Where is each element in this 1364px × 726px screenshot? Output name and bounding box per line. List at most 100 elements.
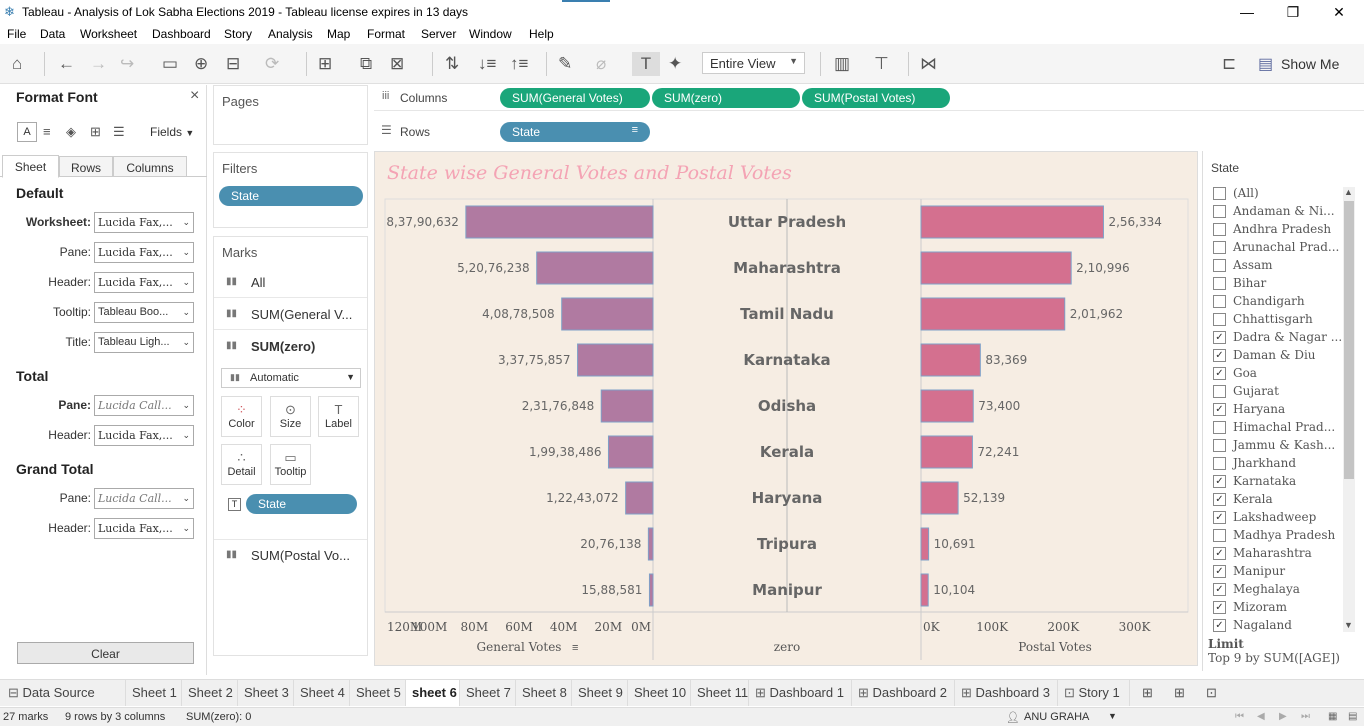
menu-server[interactable]: Server [421,27,456,41]
grand-total-header-font-select[interactable]: Lucida Fax,... ⌄ [94,518,194,539]
format-painter-icon[interactable]: ⊏ [1222,54,1236,74]
sheet-tab[interactable]: ⊟ Data Source [0,680,126,706]
show-cards-icon[interactable]: ▥ [834,54,850,74]
rows-shelf[interactable]: ☰ Rows State ≡ [374,119,1364,145]
sheet-tab[interactable]: Sheet 1 [126,680,182,706]
sheet-tab[interactable]: ⊡ Story 1 [1058,680,1130,706]
duplicate-sheet-icon[interactable]: ⧉ [360,54,372,74]
filter-checkbox[interactable]: ✓ [1213,547,1226,560]
tooltip-font-select[interactable]: Tableau Boo... ⌄ [94,302,194,323]
highlight-icon[interactable]: ✎ [558,54,572,74]
filter-item[interactable]: Jharkhand [1211,454,1351,472]
fix-axes-icon[interactable]: ✦ [668,54,682,74]
marks-pill-state[interactable]: State [246,494,357,514]
sheet-tab[interactable]: Sheet 8 [516,680,572,706]
scrollbar-thumb[interactable] [1344,201,1354,479]
marks-row-zero[interactable]: ▮▮ SUM(zero) [214,331,367,362]
menu-help[interactable]: Help [529,27,554,41]
new-worksheet-icon[interactable]: ⊞ [318,54,332,74]
filter-checkbox[interactable] [1213,205,1226,218]
swap-icon[interactable]: ⇅ [445,54,459,74]
detail-button[interactable]: ∴ Detail [221,444,262,485]
filter-checkbox[interactable] [1213,187,1226,200]
scroll-up-icon[interactable]: ▲ [1344,187,1353,197]
sheet-tab[interactable]: Sheet 3 [238,680,294,706]
filter-checkbox[interactable]: ✓ [1213,367,1226,380]
replay-icon[interactable]: ↪ [120,54,134,74]
filter-checkbox[interactable]: ✓ [1213,331,1226,344]
filter-checkbox[interactable]: ✓ [1213,403,1226,416]
grid-view-icon[interactable]: ▦ [1328,711,1337,722]
refresh-icon[interactable]: ⟳ [265,54,279,74]
share-icon[interactable]: ⋈ [920,54,937,74]
new-worksheet-tab-icon[interactable]: ⊞ [1136,680,1166,706]
total-header-font-select[interactable]: Lucida Fax,... ⌄ [94,425,194,446]
filter-pill-state[interactable]: State [219,186,363,206]
tooltip-button[interactable]: ▭ Tooltip [270,444,311,485]
sheet-tab[interactable]: Sheet 7 [460,680,516,706]
show-labels-icon[interactable]: T [632,52,660,76]
sheet-tab[interactable]: ⊞ Dashboard 3 [955,680,1058,706]
scroll-down-icon[interactable]: ▼ [1344,620,1353,630]
filter-checkbox[interactable] [1213,457,1226,470]
menu-data[interactable]: Data [40,27,65,41]
tab-next-icon[interactable]: ▶ [1279,711,1287,722]
sheet-tab[interactable]: ⊞ Dashboard 1 [749,680,852,706]
marks-row-postal-votes[interactable]: ▮▮ SUM(Postal Vo... [214,539,367,570]
filter-checkbox[interactable]: ✓ [1213,583,1226,596]
tab-last-icon[interactable]: ⏭ [1301,711,1310,722]
pages-card[interactable]: Pages [213,85,368,145]
grand-total-pane-font-select[interactable]: Lucida Call... ⌄ [94,488,194,509]
group-icon[interactable]: ⌀ [596,54,606,74]
presentation-mode-icon[interactable]: ⊤ [874,54,889,74]
filter-checkbox[interactable] [1213,259,1226,272]
borders-icon[interactable]: ⊞ [90,124,101,140]
sheet-tab[interactable]: Sheet 5 [350,680,406,706]
filter-item[interactable]: Jammu & Kash... [1211,436,1351,454]
tab-sheet[interactable]: Sheet [2,155,59,178]
filters-card[interactable]: Filters State [213,152,368,228]
sheet-tab[interactable]: Sheet 4 [294,680,350,706]
filter-checkbox[interactable]: ✓ [1213,565,1226,578]
menu-window[interactable]: Window [469,27,512,41]
filter-item[interactable]: Arunachal Prad... [1211,238,1351,256]
close-panel-button[interactable]: × [190,87,199,105]
filter-item[interactable]: (All) [1211,184,1351,202]
filter-item[interactable]: Gujarat [1211,382,1351,400]
columns-pill-postal-votes[interactable]: SUM(Postal Votes) [802,88,950,108]
view-size-select[interactable]: Entire View ▼ [702,52,805,74]
filmstrip-icon[interactable]: ▤ [1348,711,1357,722]
sheet-tab[interactable]: Sheet 10 [628,680,691,706]
filter-item[interactable]: ✓ Lakshadweep [1211,508,1351,526]
total-pane-font-select[interactable]: Lucida Call... ⌄ [94,395,194,416]
filter-checkbox[interactable]: ✓ [1213,493,1226,506]
new-dashboard-tab-icon[interactable]: ⊞ [1168,680,1198,706]
clear-sheet-icon[interactable]: ⊠ [390,54,404,74]
title-font-select[interactable]: Tableau Ligh... ⌄ [94,332,194,353]
filter-item[interactable]: ✓ Nagaland [1211,616,1351,634]
close-window-button[interactable]: ✕ [1316,2,1362,22]
mark-type-select[interactable]: ▮▮ Automatic ▼ [221,368,361,388]
filter-item[interactable]: Andhra Pradesh [1211,220,1351,238]
menu-map[interactable]: Map [327,27,350,41]
filter-item[interactable]: Andaman & Ni... [1211,202,1351,220]
sheet-tab[interactable]: sheet 6 [406,680,460,706]
color-button[interactable]: ⁘ Color [221,396,262,437]
fields-dropdown[interactable]: Fields ▼ [150,125,194,139]
columns-pill-zero[interactable]: SUM(zero) [652,88,800,108]
filter-checkbox[interactable] [1213,223,1226,236]
new-datasource-icon[interactable]: ⊕ [194,54,208,74]
header-font-select[interactable]: Lucida Fax,... ⌄ [94,272,194,293]
columns-pill-general-votes[interactable]: SUM(General Votes) [500,88,650,108]
menu-file[interactable]: File [7,27,26,41]
sheet-tab[interactable]: ⊞ Dashboard 2 [852,680,955,706]
sheet-tab[interactable]: Sheet 9 [572,680,628,706]
menu-analysis[interactable]: Analysis [268,27,313,41]
filter-item[interactable]: Bihar [1211,274,1351,292]
new-story-tab-icon[interactable]: ⊡ [1200,680,1230,706]
filter-checkbox[interactable] [1213,313,1226,326]
filter-item[interactable]: ✓ Maharashtra [1211,544,1351,562]
rows-pill-state[interactable]: State ≡ [500,122,650,142]
pane-font-select[interactable]: Lucida Fax,... ⌄ [94,242,194,263]
tab-prev-icon[interactable]: ◀ [1257,711,1265,722]
